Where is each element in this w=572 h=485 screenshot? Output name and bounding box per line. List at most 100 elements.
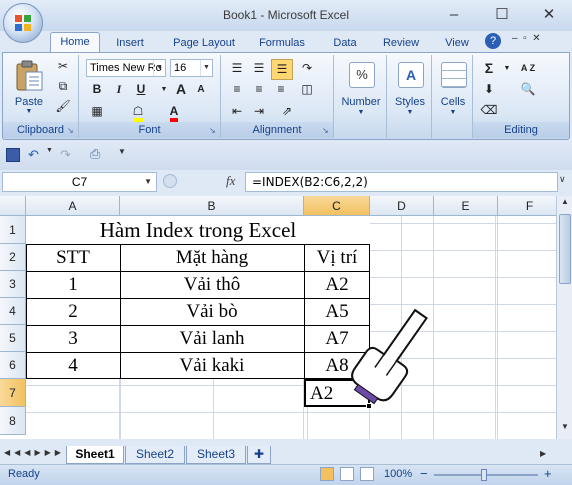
paste-button[interactable]: Paste ▼ bbox=[7, 57, 51, 119]
row-header-4[interactable]: 4 bbox=[0, 298, 26, 325]
formula-bar-grip-icon[interactable] bbox=[163, 174, 177, 188]
row-header-6[interactable]: 6 bbox=[0, 352, 26, 379]
tab-review[interactable]: Review bbox=[375, 34, 427, 53]
expand-formula-bar-icon[interactable]: ∨ bbox=[559, 174, 566, 185]
merge-center-icon[interactable]: ◫ bbox=[297, 80, 317, 99]
align-bottom-icon[interactable]: ☰ bbox=[271, 59, 293, 80]
cell-b5[interactable]: Vải lanh bbox=[120, 325, 304, 352]
tab-insert[interactable]: Insert bbox=[106, 34, 154, 53]
cell-b3[interactable]: Vải thô bbox=[120, 271, 304, 298]
row-header-2[interactable]: 2 bbox=[0, 244, 26, 271]
print-preview-icon[interactable]: ⎙ bbox=[90, 146, 100, 162]
cell-b6[interactable]: Vải kaki bbox=[120, 352, 304, 379]
column-header-a[interactable]: A bbox=[26, 196, 120, 216]
cell-a4[interactable]: 2 bbox=[26, 298, 120, 325]
column-header-e[interactable]: E bbox=[434, 196, 498, 216]
shrink-font-button[interactable]: A bbox=[191, 80, 211, 99]
help-icon[interactable]: ? bbox=[485, 33, 501, 49]
alignment-dialog-launcher-icon[interactable]: ↘ bbox=[322, 127, 330, 135]
page-layout-view-icon[interactable] bbox=[340, 467, 354, 481]
bold-button[interactable]: B bbox=[87, 80, 107, 99]
decrease-indent-icon[interactable]: ⇤ bbox=[227, 102, 247, 121]
minimize-button[interactable]: – bbox=[440, 4, 468, 26]
row-header-8[interactable]: 8 bbox=[0, 407, 26, 435]
customize-qat-icon[interactable]: ▼ bbox=[118, 147, 126, 156]
zoom-out-button[interactable]: − bbox=[420, 466, 428, 481]
insert-sheet-icon[interactable]: ✚ bbox=[247, 446, 271, 464]
clipboard-dialog-launcher-icon[interactable]: ↘ bbox=[67, 127, 75, 135]
cell-a2[interactable]: STT bbox=[26, 244, 120, 271]
align-top-icon[interactable]: ☰ bbox=[227, 59, 247, 78]
insert-function-button[interactable]: fx bbox=[226, 173, 235, 189]
tab-formulas[interactable]: Formulas bbox=[251, 34, 313, 53]
close-button[interactable]: ✕ bbox=[535, 4, 563, 26]
grow-font-button[interactable]: A bbox=[171, 80, 191, 99]
font-dialog-launcher-icon[interactable]: ↘ bbox=[209, 127, 217, 135]
borders-icon[interactable]: ▦ bbox=[87, 102, 107, 121]
column-header-b[interactable]: B bbox=[120, 196, 304, 216]
sheet-tab-sheet1[interactable]: Sheet1 bbox=[66, 446, 124, 464]
scroll-thumb[interactable] bbox=[559, 214, 571, 284]
cell-a3[interactable]: 1 bbox=[26, 271, 120, 298]
sort-filter-button[interactable]: A Z bbox=[513, 59, 543, 78]
column-header-c[interactable]: C bbox=[304, 196, 370, 216]
row-header-5[interactable]: 5 bbox=[0, 325, 26, 352]
row-header-1[interactable]: 1 bbox=[0, 216, 26, 244]
undo-dropdown-icon[interactable]: ▼ bbox=[46, 147, 53, 154]
page-break-view-icon[interactable] bbox=[360, 467, 374, 481]
cell-a1-title[interactable]: Hàm Index trong Excel bbox=[26, 216, 370, 244]
name-box[interactable]: C7 ▼ bbox=[2, 172, 157, 192]
vertical-scrollbar[interactable]: ▲ ▼ bbox=[556, 196, 572, 439]
align-middle-icon[interactable]: ☰ bbox=[249, 59, 269, 78]
cell-a5[interactable]: 3 bbox=[26, 325, 120, 352]
workbook-window-controls[interactable]: – ▫ ✕ bbox=[512, 33, 564, 49]
italic-button[interactable]: I bbox=[109, 80, 129, 99]
cell-a6[interactable]: 4 bbox=[26, 352, 120, 379]
styles-button[interactable]: A Styles ▼ bbox=[387, 59, 433, 121]
align-left-icon[interactable]: ≡ bbox=[227, 80, 247, 99]
column-header-f[interactable]: F bbox=[498, 196, 556, 216]
office-button[interactable] bbox=[3, 3, 43, 43]
format-painter-icon[interactable]: 🖌 bbox=[53, 97, 73, 116]
tab-home[interactable]: Home bbox=[50, 32, 100, 54]
font-color-button[interactable]: A bbox=[161, 102, 187, 122]
sheet-navigation-icons[interactable]: ◀◀◀▶▶▶ bbox=[4, 448, 65, 457]
number-button[interactable]: % Number ▼ bbox=[336, 59, 386, 121]
copy-icon[interactable]: ⧉ bbox=[53, 77, 73, 96]
wrap-text-icon[interactable]: ↷ bbox=[297, 59, 317, 78]
cell-b4[interactable]: Vải bò bbox=[120, 298, 304, 325]
redo-icon[interactable]: ↷ bbox=[60, 147, 71, 163]
maximize-button[interactable]: ☐ bbox=[488, 4, 516, 26]
hscroll-right-icon[interactable]: ▶ bbox=[540, 449, 546, 458]
font-name-select[interactable]: Times New Ro ▼ bbox=[86, 59, 166, 77]
align-right-icon[interactable]: ≡ bbox=[271, 80, 291, 99]
zoom-slider-thumb[interactable] bbox=[481, 469, 487, 481]
tab-page-layout[interactable]: Page Layout bbox=[164, 34, 244, 53]
orientation-icon[interactable]: ⇗ bbox=[277, 102, 297, 121]
normal-view-icon[interactable] bbox=[320, 467, 334, 481]
autosum-button[interactable]: Σ bbox=[479, 59, 499, 78]
zoom-level[interactable]: 100% bbox=[384, 468, 412, 480]
cell-c2[interactable]: Vị trí bbox=[304, 244, 370, 271]
scroll-up-icon[interactable]: ▲ bbox=[559, 197, 571, 211]
fill-icon[interactable]: ⬇ bbox=[479, 80, 499, 99]
tab-view[interactable]: View bbox=[437, 34, 477, 53]
formula-input[interactable]: =INDEX(B2:C6,2,2) bbox=[245, 172, 558, 192]
scroll-down-icon[interactable]: ▼ bbox=[559, 422, 571, 436]
zoom-in-button[interactable]: + bbox=[544, 466, 552, 481]
select-all-corner[interactable] bbox=[0, 196, 26, 216]
save-icon[interactable] bbox=[6, 148, 20, 162]
align-center-icon[interactable]: ≡ bbox=[249, 80, 269, 99]
clear-icon[interactable]: ⌫ bbox=[479, 101, 499, 120]
increase-indent-icon[interactable]: ⇥ bbox=[249, 102, 269, 121]
sheet-tab-sheet3[interactable]: Sheet3 bbox=[186, 446, 246, 464]
underline-button[interactable]: U bbox=[131, 80, 151, 99]
fill-color-icon[interactable]: ☖ bbox=[125, 102, 151, 122]
sheet-tab-sheet2[interactable]: Sheet2 bbox=[125, 446, 185, 464]
spreadsheet-grid[interactable]: A B C D E F 1 2 3 4 5 6 7 8 Hàm Index tr… bbox=[0, 196, 556, 439]
cell-c3[interactable]: A2 bbox=[304, 271, 370, 298]
row-header-7[interactable]: 7 bbox=[0, 379, 26, 407]
cell-b2[interactable]: Mặt hàng bbox=[120, 244, 304, 271]
column-header-d[interactable]: D bbox=[370, 196, 434, 216]
find-select-icon[interactable]: 🔍 bbox=[513, 80, 543, 99]
